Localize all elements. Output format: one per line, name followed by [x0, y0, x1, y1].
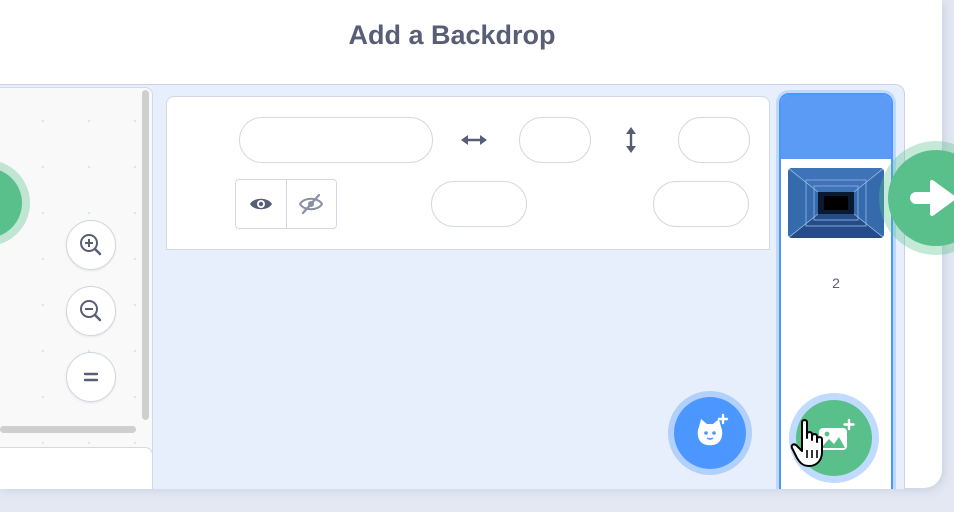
zoom-out-button[interactable]	[66, 286, 116, 336]
code-area[interactable]	[0, 87, 153, 489]
backdrop-count: 2	[832, 275, 840, 291]
zoom-in-button[interactable]	[66, 220, 116, 270]
size-field[interactable]	[431, 181, 527, 227]
tutorial-card: Add a Backdrop 2	[0, 0, 942, 489]
sprite-name-field[interactable]	[239, 117, 433, 163]
sprite-info-panel	[166, 96, 770, 250]
backdrop-thumbnail[interactable]	[788, 168, 884, 238]
choose-sprite-button[interactable]	[674, 397, 746, 469]
show-button[interactable]	[236, 180, 286, 228]
eye-icon	[249, 198, 272, 210]
green-flag-partial	[0, 168, 22, 238]
vertical-scrollbar[interactable]	[142, 90, 149, 420]
dialog-title: Add a Backdrop	[348, 20, 556, 50]
vertical-arrows-icon	[619, 125, 643, 155]
code-area-bottom-panel	[0, 447, 153, 489]
arrow-right-icon	[910, 180, 954, 216]
cat-add-icon	[697, 413, 729, 446]
eye-slash-icon	[299, 193, 324, 215]
hide-button[interactable]	[285, 180, 337, 228]
visibility-toggle	[235, 179, 337, 229]
stage-header	[781, 95, 891, 159]
y-position-field[interactable]	[678, 117, 750, 163]
zoom-reset-button[interactable]	[66, 352, 116, 402]
horizontal-scrollbar[interactable]	[0, 426, 136, 433]
editor-screenshot: 2	[0, 84, 905, 489]
hand-pointer-icon	[790, 418, 830, 475]
zoom-in-icon	[80, 234, 102, 256]
horizontal-arrows-icon	[459, 127, 489, 153]
direction-field[interactable]	[653, 181, 749, 227]
x-position-field[interactable]	[519, 117, 591, 163]
zoom-out-icon	[80, 300, 102, 322]
zoom-reset-icon	[83, 372, 99, 382]
